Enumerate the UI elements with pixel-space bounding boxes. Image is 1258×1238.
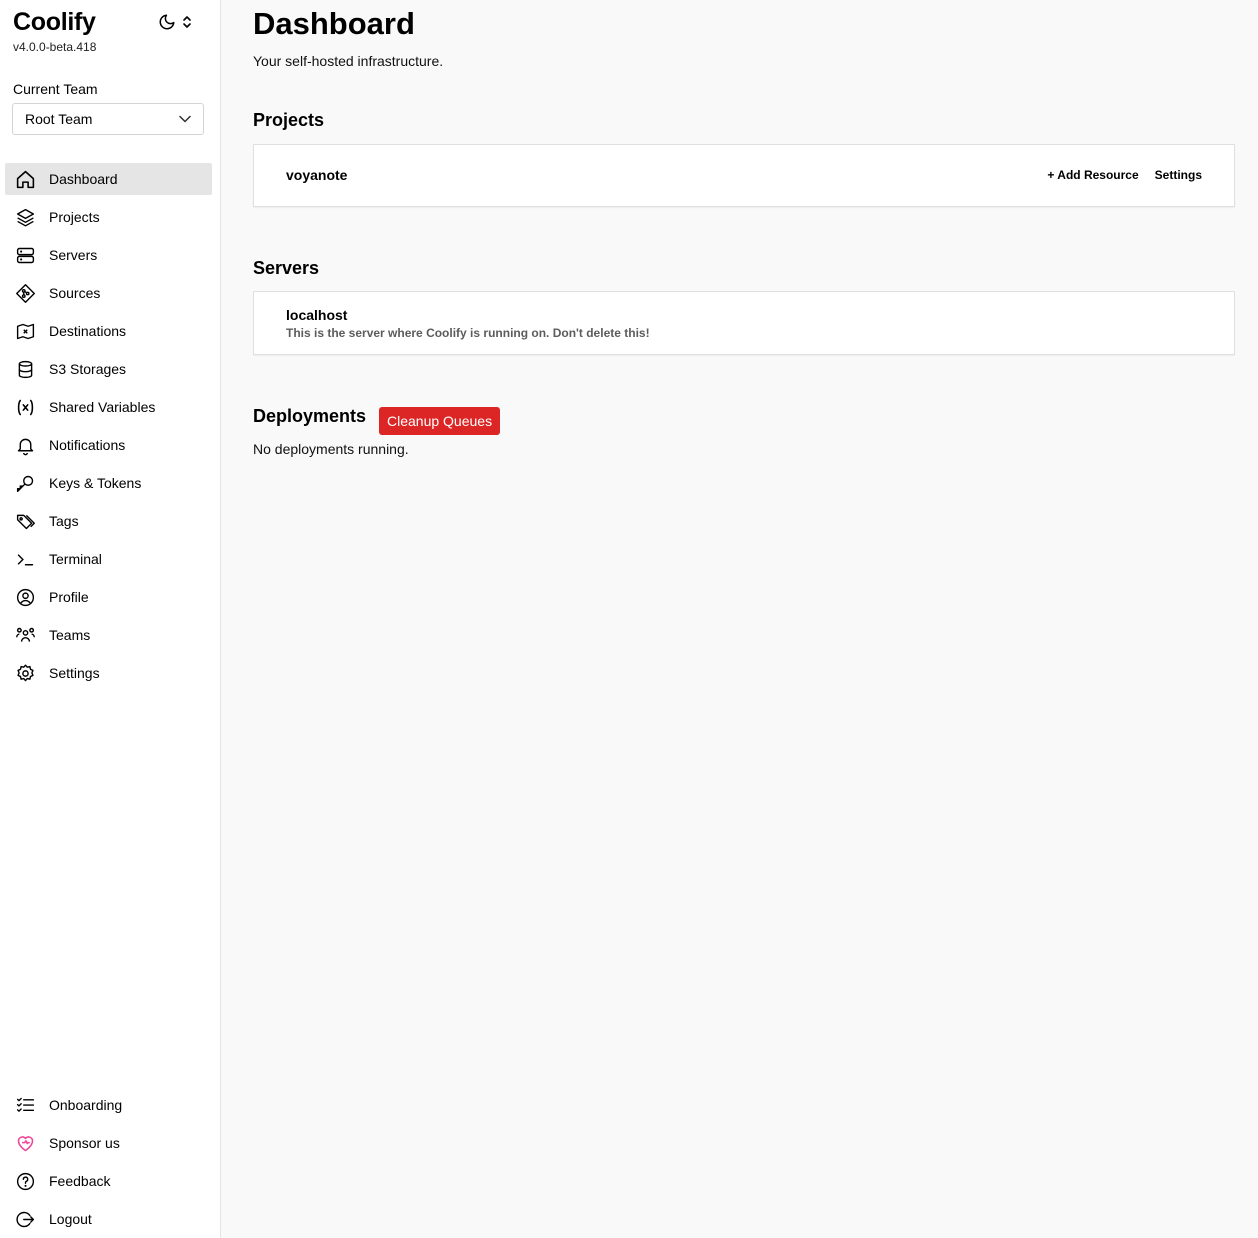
- sidebar-item-label: Projects: [49, 209, 100, 225]
- users-icon: [15, 627, 35, 642]
- sidebar-item-label: Settings: [49, 665, 100, 681]
- user-circle-icon: [16, 588, 34, 606]
- sidebar-item-terminal[interactable]: Terminal: [5, 543, 212, 575]
- sidebar-item-teams[interactable]: Teams: [5, 619, 212, 651]
- sidebar-item-label: S3 Storages: [49, 361, 127, 377]
- chevron-down-icon: [179, 115, 191, 123]
- sidebar-item-notifications[interactable]: Notifications: [5, 429, 212, 461]
- sidebar-item-label: Destinations: [49, 323, 127, 339]
- sidebar-item-label: Notifications: [49, 437, 126, 453]
- app-logo[interactable]: Coolify: [13, 8, 96, 37]
- map-icon: [16, 323, 34, 339]
- sidebar-item-label: Sponsor us: [49, 1135, 120, 1151]
- sidebar-item-dashboard[interactable]: Dashboard: [5, 163, 212, 195]
- git-icon: [15, 283, 35, 303]
- checklist-icon: [16, 1097, 34, 1112]
- sidebar-item-keys-tokens[interactable]: Keys & Tokens: [5, 467, 212, 499]
- moon-icon: [159, 14, 175, 30]
- sidebar: Coolify v4.0.0-beta.418 Current Team Roo…: [0, 0, 221, 1238]
- sidebar-item-label: Tags: [49, 513, 79, 529]
- sidebar-item-label: Keys & Tokens: [49, 475, 142, 491]
- page-title: Dashboard: [253, 6, 415, 41]
- sidebar-item-label: Teams: [49, 627, 91, 643]
- sidebar-item-sources[interactable]: Sources: [5, 277, 212, 309]
- tags-icon: [16, 514, 35, 529]
- sidebar-item-sponsor[interactable]: Sponsor us: [5, 1127, 212, 1159]
- sidebar-item-tags[interactable]: Tags: [5, 505, 212, 537]
- main-content: Dashboard Your self-hosted infrastructur…: [221, 0, 1258, 1238]
- page-subtitle: Your self-hosted infrastructure.: [253, 53, 444, 69]
- bell-icon: [17, 438, 33, 455]
- cleanup-queues-button[interactable]: Cleanup Queues: [379, 407, 501, 435]
- server-icon: [16, 247, 34, 263]
- layers-icon: [16, 208, 34, 227]
- sidebar-item-label: Terminal: [49, 551, 102, 567]
- server-description: This is the server where Coolify is runn…: [286, 326, 650, 340]
- project-actions: + Add Resource Settings: [1047, 168, 1202, 182]
- chevron-up-down-icon: [183, 16, 191, 28]
- projects-heading: Projects: [253, 110, 325, 130]
- sidebar-item-shared-variables[interactable]: Shared Variables: [5, 391, 212, 423]
- sidebar-item-servers[interactable]: Servers: [5, 239, 212, 271]
- database-icon: [18, 360, 32, 378]
- sidebar-item-feedback[interactable]: Feedback: [5, 1165, 212, 1197]
- servers-heading: Servers: [253, 258, 320, 278]
- logout-icon: [15, 1211, 34, 1227]
- app-version: v4.0.0-beta.418: [13, 40, 97, 54]
- sidebar-item-label: Sources: [49, 285, 101, 301]
- bottom-nav: Onboarding Sponsor us Feedback Logout: [5, 1089, 212, 1238]
- theme-toggle[interactable]: [158, 11, 200, 33]
- server-card[interactable]: localhost This is the server where Cooli…: [253, 291, 1235, 355]
- sidebar-item-label: Logout: [49, 1211, 92, 1227]
- sidebar-item-onboarding[interactable]: Onboarding: [5, 1089, 212, 1121]
- home-icon: [16, 170, 34, 188]
- main-nav: Dashboard Projects Servers Sources Desti…: [5, 163, 212, 695]
- sidebar-item-label: Onboarding: [49, 1097, 123, 1113]
- help-icon: [16, 1172, 34, 1190]
- team-select[interactable]: Root Team: [12, 103, 204, 135]
- deployments-heading: Deployments: [253, 406, 367, 426]
- key-icon: [16, 475, 33, 492]
- team-select-value: Root Team: [25, 111, 93, 127]
- project-settings-link[interactable]: Settings: [1155, 168, 1202, 182]
- server-name: localhost: [286, 307, 348, 323]
- gear-icon: [16, 663, 34, 681]
- sidebar-item-logout[interactable]: Logout: [5, 1203, 212, 1235]
- project-card[interactable]: voyanote + Add Resource Settings: [253, 144, 1235, 207]
- terminal-icon: [17, 553, 33, 565]
- sidebar-item-label: Feedback: [49, 1173, 111, 1189]
- project-name: voyanote: [286, 167, 348, 183]
- current-team-label: Current Team: [13, 81, 98, 97]
- sidebar-item-label: Profile: [49, 589, 89, 605]
- sidebar-item-label: Dashboard: [49, 171, 118, 187]
- sidebar-item-s3-storages[interactable]: S3 Storages: [5, 353, 212, 385]
- sidebar-item-destinations[interactable]: Destinations: [5, 315, 212, 347]
- sidebar-item-label: Shared Variables: [49, 399, 156, 415]
- no-deployments-text: No deployments running.: [253, 441, 409, 457]
- heart-icon: [17, 1135, 33, 1151]
- sidebar-item-label: Servers: [49, 247, 98, 263]
- variable-icon: [17, 399, 33, 415]
- sidebar-item-settings[interactable]: Settings: [5, 657, 212, 689]
- sidebar-item-profile[interactable]: Profile: [5, 581, 212, 613]
- sidebar-item-projects[interactable]: Projects: [5, 201, 212, 233]
- add-resource-link[interactable]: + Add Resource: [1047, 168, 1138, 182]
